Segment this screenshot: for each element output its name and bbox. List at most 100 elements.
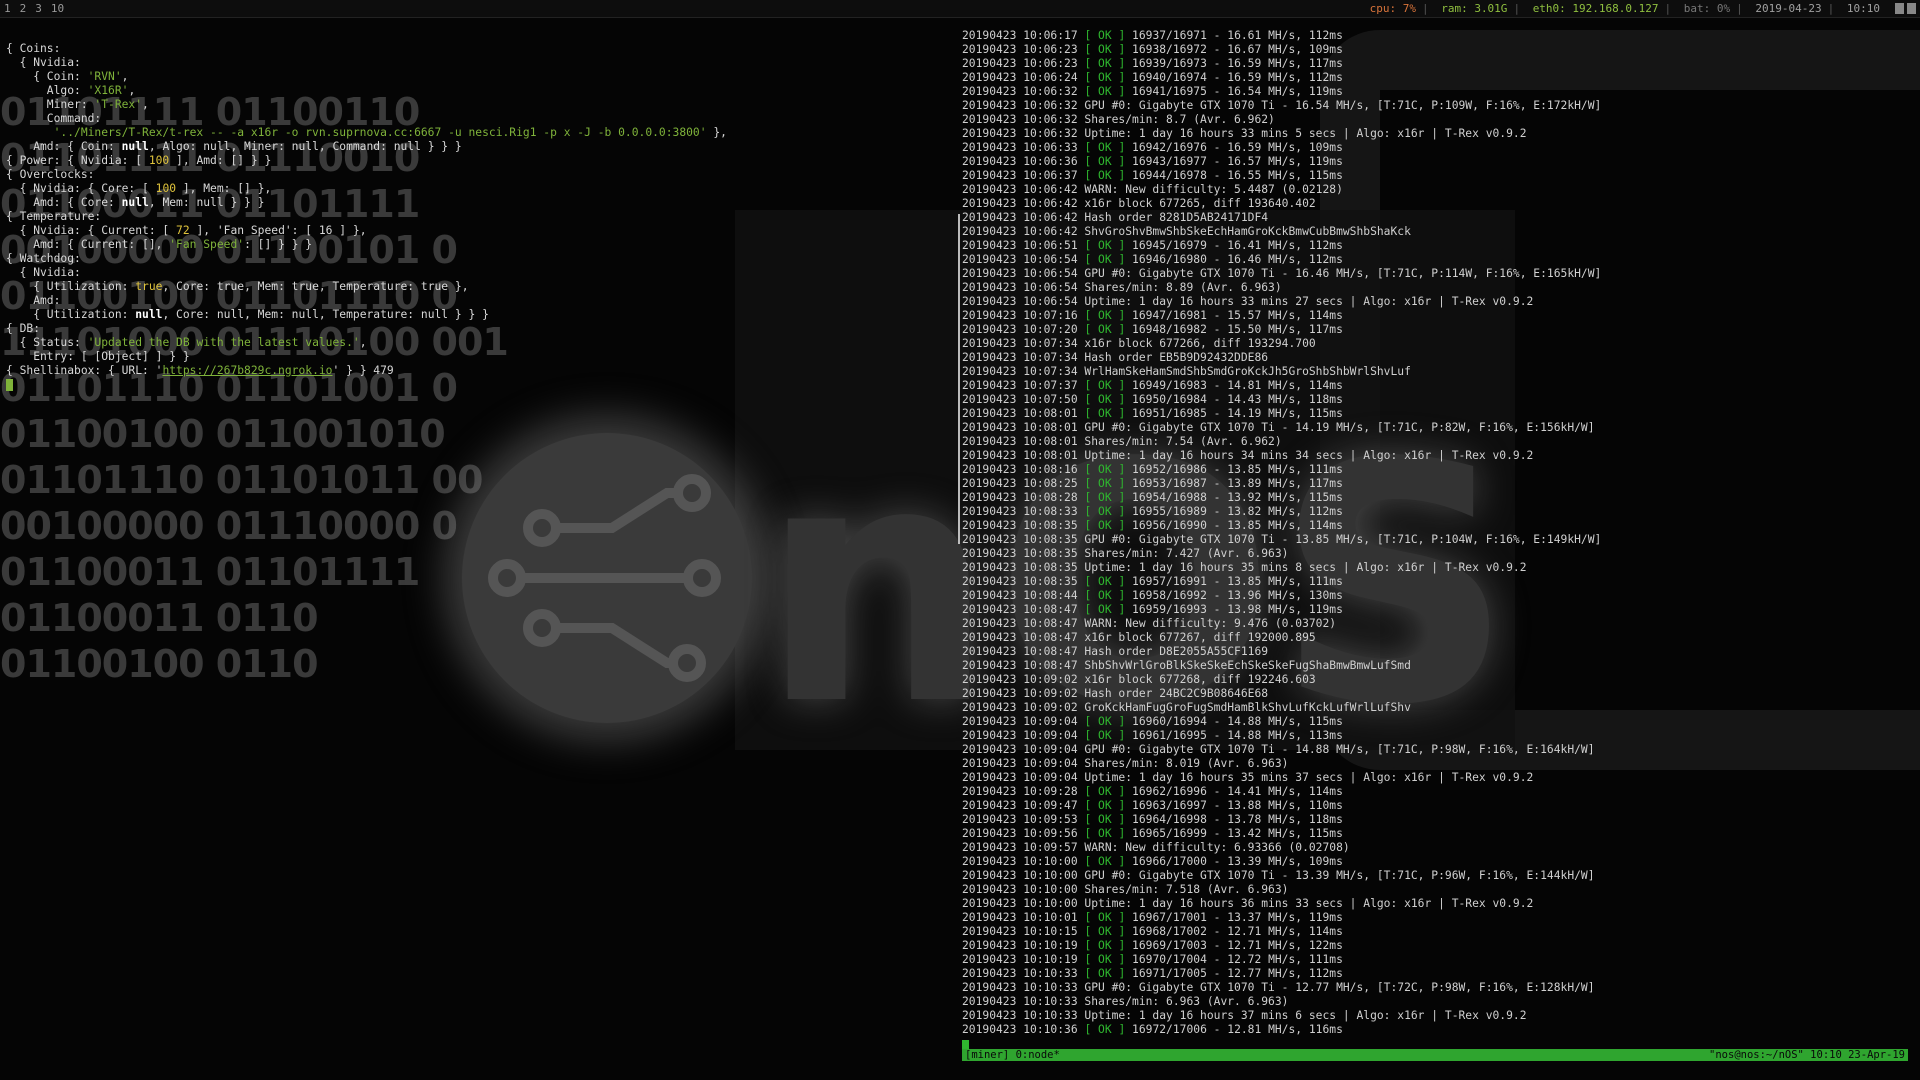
code-text: { Temperature: [6,210,102,223]
ok-status: [ OK ] [1084,379,1126,392]
console-output-line: Algo: 'X16R', [6,84,956,98]
miner-log-line: 20190423 10:09:02 Hash order 24BC2C9B086… [962,687,1269,700]
miner-log-line: 20190423 10:08:47 x16r block 677267, dif… [962,631,1316,644]
miner-log-line: 20190423 10:09:04 [ OK ] 16960/16994 - 1… [962,715,1343,728]
code-text: { Nvidia: { Current: [ [6,224,177,237]
ok-status: [ OK ] [1084,85,1126,98]
workspace-button[interactable]: 3 [35,2,42,15]
code-text: { Coin: [6,70,88,83]
miner-log-line: 20190423 10:07:34 Hash order EB5B9D92432… [962,351,1269,364]
date-display: 2019-04-23 [1755,2,1822,15]
console-output-line: Amd: [6,294,956,308]
code-text: { Nvidia: [6,56,81,69]
console-output-line: { Coin: 'RVN', [6,70,956,84]
system-status: cpu: 7% | ram: 3.01G | eth0: 192.168.0.127… [1369,2,1880,15]
miner-log-line: 20190423 10:08:35 Shares/min: 7.427 (Avr… [962,547,1289,560]
miner-log-line: 20190423 10:10:00 Uptime: 1 day 16 hours… [962,897,1534,910]
miner-log-line: 20190423 10:09:04 [ OK ] 16961/16995 - 1… [962,729,1343,742]
code-text: { Shellinabox: { URL: ' [6,364,163,377]
workspace-button[interactable]: 2 [20,2,27,15]
code-text: , Core: null, Mem: null, Temperature: nu… [162,308,489,321]
miner-log-line: 20190423 10:06:17 [ OK ] 16937/16971 - 1… [962,29,1343,42]
console-output-line: { Watchdog: [6,252,956,266]
pane-divider [958,214,960,544]
miner-log-line: 20190423 10:06:42 x16r block 677265, dif… [962,197,1316,210]
code-text: , Algo: null, Miner: null, Command: null… [148,140,462,153]
console-output-line: Amd: { Current: [], 'Fan Speed': [] } } … [6,238,956,252]
ok-status: [ OK ] [1084,491,1126,504]
string-value: 'RVN' [87,70,122,83]
miner-log-line: 20190423 10:09:02 GroKckHamFugGroFugSmdH… [962,701,1411,714]
network-status: eth0: 192.168.0.127 [1532,2,1659,15]
miner-log-line: 20190423 10:08:35 [ OK ] 16957/16991 - 1… [962,575,1343,588]
ok-status: [ OK ] [1084,939,1126,952]
terminal-pane-left[interactable]: { Coins: { Nvidia: { Coin: 'RVN', Algo: … [6,42,956,392]
miner-log-line: 20190423 10:10:33 [ OK ] 16971/17005 - 1… [962,967,1343,980]
ok-status: [ OK ] [1084,603,1126,616]
miner-log-line: 20190423 10:06:32 Shares/min: 8.7 (Avr. … [962,113,1275,126]
miner-log-line: 20190423 10:08:35 [ OK ] 16956/16990 - 1… [962,519,1343,532]
miner-log-line: 20190423 10:07:16 [ OK ] 16947/16981 - 1… [962,309,1343,322]
ok-status: [ OK ] [1084,239,1126,252]
miner-log-line: 20190423 10:07:20 [ OK ] 16948/16982 - 1… [962,323,1343,336]
code-text: { Nvidia: [6,266,81,279]
workspace-button[interactable]: 1 [4,2,11,15]
network-tray-icon[interactable] [1907,3,1916,14]
miner-log-line: 20190423 10:08:25 [ OK ] 16953/16987 - 1… [962,477,1343,490]
miner-log-line: 20190423 10:08:16 [ OK ] 16952/16986 - 1… [962,463,1343,476]
binary-text-row: 01100100 0110 [0,642,319,686]
miner-log-line: 20190423 10:10:19 [ OK ] 16970/17004 - 1… [962,953,1343,966]
miner-log-line: 20190423 10:10:00 Shares/min: 7.518 (Avr… [962,883,1289,896]
miner-log-line: 20190423 10:06:32 [ OK ] 16941/16975 - 1… [962,85,1343,98]
workspace-button[interactable]: 10 [51,2,64,15]
miner-log-line: 20190423 10:06:42 ShvGroShvBmwShbSkeEchH… [962,225,1411,238]
console-output-line: { Nvidia: { Core: [ 100 ], Mem: [] }, [6,182,956,196]
ok-status: [ OK ] [1084,407,1126,420]
console-output-line: { Shellinabox: { URL: 'https://267b829c.… [6,364,956,378]
code-text: { Status: [6,336,88,349]
terminal-pane-right[interactable]: 20190423 10:06:17 [ OK ] 16937/16971 - 1… [962,29,1912,1052]
ok-status: [ OK ] [1084,799,1126,812]
nos-logo-circuit-icon [462,433,752,723]
miner-log-line: 20190423 10:10:01 [ OK ] 16967/17001 - 1… [962,911,1343,924]
binary-text-row: 01100011 01101111 [0,550,420,594]
miner-log-line: 20190423 10:08:47 ShbShvWrlGroBlkSkeSkeE… [962,659,1411,672]
tmux-window-list[interactable]: [miner] 0:node* [965,1049,1060,1061]
code-text: ], Mem: [] }, [176,182,272,195]
volume-icon[interactable] [1895,3,1904,14]
ok-status: [ OK ] [1084,253,1126,266]
shellinabox-link[interactable]: https://267b829c.ngrok.io [162,364,332,377]
code-text: , Mem: null } } } [148,196,265,209]
ok-status: [ OK ] [1084,393,1126,406]
miner-log-line: 20190423 10:09:04 GPU #0: Gigabyte GTX 1… [962,743,1595,756]
clock-display: 10:10 [1846,2,1880,15]
miner-log-line: 20190423 10:06:37 [ OK ] 16944/16978 - 1… [962,169,1343,182]
string-value: 'T-Rex' [94,98,143,111]
miner-log-line: 20190423 10:08:47 WARN: New difficulty: … [962,617,1337,630]
code-text: ' } } 479 [332,364,394,377]
miner-log-line: 20190423 10:08:35 GPU #0: Gigabyte GTX 1… [962,533,1602,546]
miner-log-line: 20190423 10:06:42 WARN: New difficulty: … [962,183,1343,196]
ok-status: [ OK ] [1084,967,1126,980]
terminal-cursor [6,379,13,391]
code-text: { Utilization: [6,280,136,293]
code-text: { Coins: [6,42,61,55]
miner-log-line: 20190423 10:10:36 [ OK ] 16972/17006 - 1… [962,1023,1343,1036]
console-output-line: { Utilization: null, Core: null, Mem: nu… [6,308,956,322]
miner-log-line: 20190423 10:08:01 Shares/min: 7.54 (Avr.… [962,435,1282,448]
miner-log-line: 20190423 10:08:47 Hash order D8E2055A55C… [962,645,1269,658]
ok-status: [ OK ] [1084,827,1126,840]
binary-text-row: 01100011 0110 [0,596,319,640]
ok-status: [ OK ] [1084,141,1126,154]
miner-log-line: 20190423 10:06:54 GPU #0: Gigabyte GTX 1… [962,267,1602,280]
top-status-bar: 1 2 3 10 cpu: 7% | ram: 3.01G | eth0: 192.168… [0,0,1920,18]
miner-log-line: 20190423 10:06:51 [ OK ] 16945/16979 - 1… [962,239,1343,252]
miner-log-line: 20190423 10:07:50 [ OK ] 16950/16984 - 1… [962,393,1343,406]
console-output-line: { Status: 'Updated the DB with the lates… [6,336,956,350]
ok-status: [ OK ] [1084,519,1126,532]
console-output-line: Amd: { Coin: null, Algo: null, Miner: nu… [6,140,956,154]
code-text: , [128,84,136,97]
number-value: 100 [148,154,170,167]
ok-status: [ OK ] [1084,309,1126,322]
